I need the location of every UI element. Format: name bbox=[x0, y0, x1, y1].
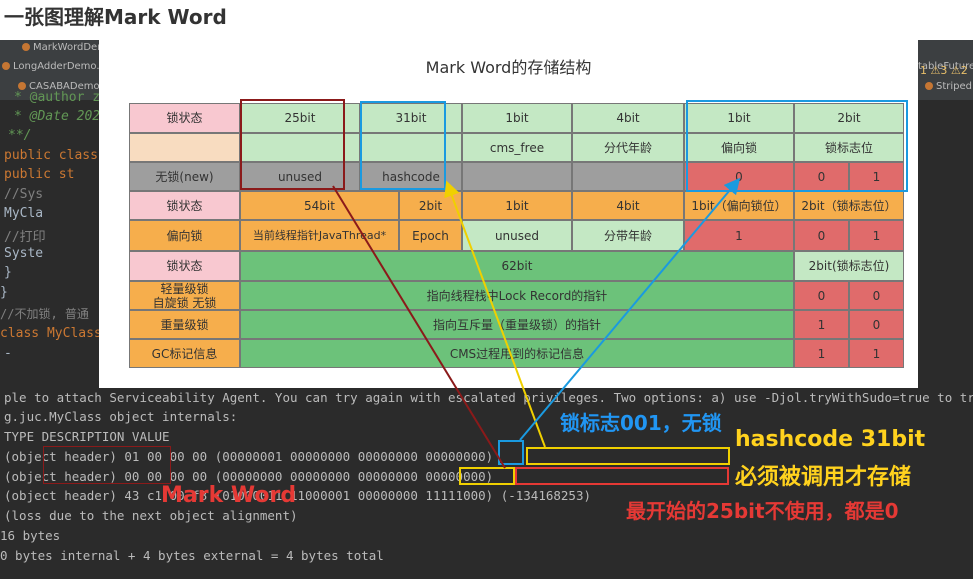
annotation-lock-flag: 锁标志001，无锁 bbox=[560, 411, 722, 435]
annotation-mark-word: Mark Word bbox=[161, 483, 297, 508]
lock-flag-arrow bbox=[519, 177, 741, 441]
annotation-first-25bit: 最开始的25bit不使用，都是0 bbox=[626, 499, 899, 523]
annotation-hashcode: hashcode 31bit bbox=[735, 427, 926, 452]
hashcode-arrow bbox=[444, 180, 546, 448]
connector-arrows bbox=[332, 177, 741, 469]
unused-arrow bbox=[332, 185, 506, 469]
annotation-must-call: 必须被调用才存储 bbox=[735, 465, 912, 490]
